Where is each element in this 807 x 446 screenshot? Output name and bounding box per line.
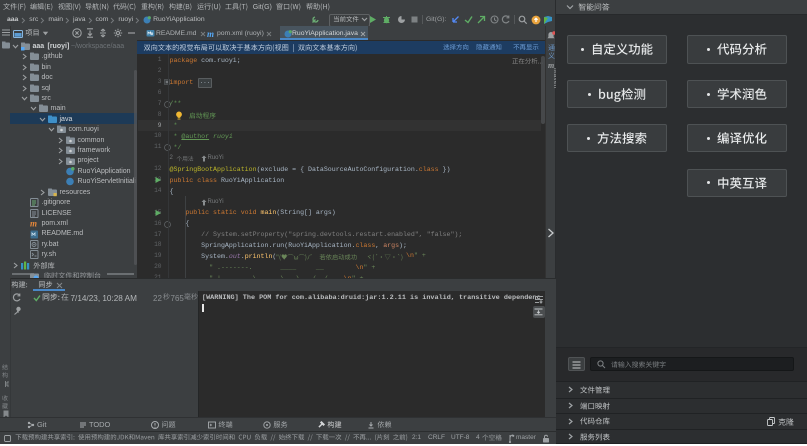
svg-text:m: m [207, 29, 214, 38]
svg-text:m: m [30, 219, 37, 228]
